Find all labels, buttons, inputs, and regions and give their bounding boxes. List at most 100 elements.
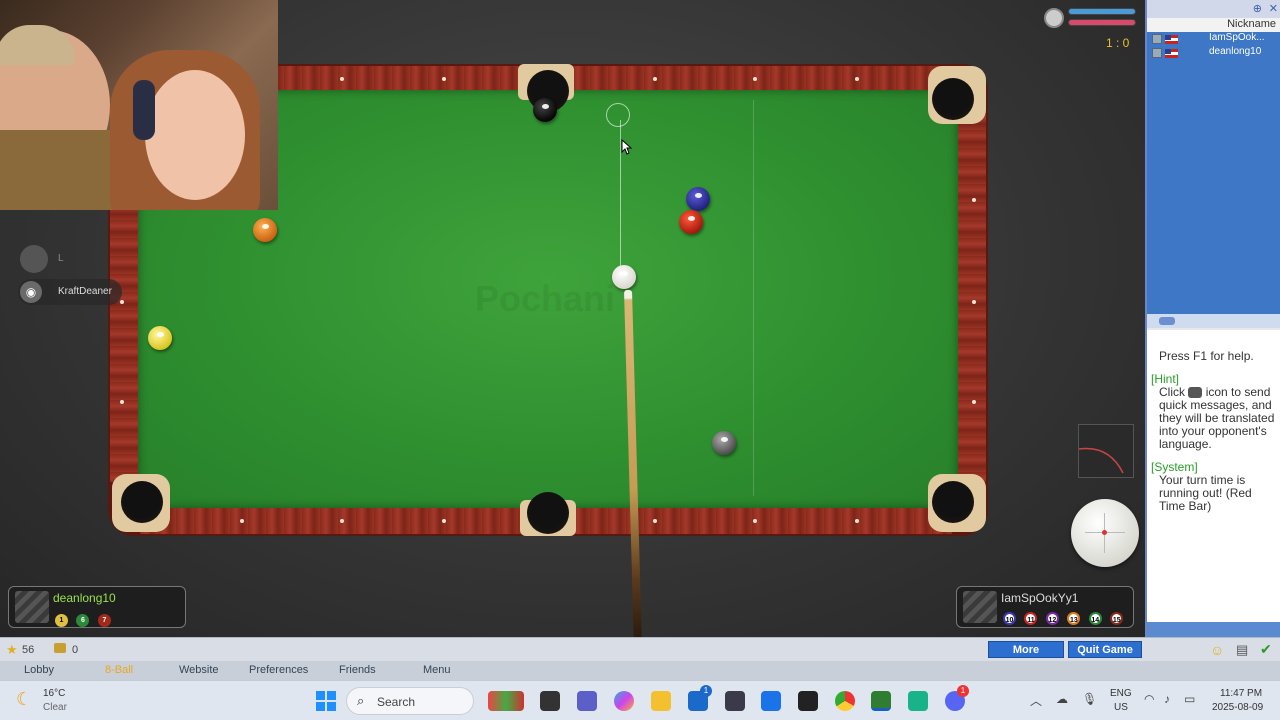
- ball-8: [533, 98, 557, 122]
- mic-icon[interactable]: 🎙: [1082, 692, 1097, 706]
- rail-diamond: [972, 400, 976, 404]
- game-app-icon[interactable]: [871, 691, 891, 711]
- network-tray-icon[interactable]: ☁: [1056, 692, 1068, 706]
- chat-bubble-icon: [1188, 387, 1203, 399]
- ghost-ball-target: [606, 103, 630, 127]
- game-area[interactable]: Pochani L ◉ KraftDeaner 1: 0 deanlong10…: [0, 0, 1145, 637]
- ball-3: [679, 210, 703, 234]
- coin-icon: [54, 643, 66, 653]
- chat-icon[interactable]: ▤: [1236, 642, 1248, 658]
- power-meter[interactable]: [1078, 424, 1134, 478]
- notification-badge: 1: [957, 685, 969, 697]
- chevron-up-icon[interactable]: ︿: [1030, 692, 1042, 709]
- list-item[interactable]: deanlong10: [1147, 46, 1280, 60]
- rack-ball: 15: [1110, 612, 1124, 625]
- center-guide-line: [753, 100, 754, 496]
- person-left-shirt: [0, 130, 120, 210]
- help-text: Press F1 for help.: [1159, 349, 1254, 363]
- rail-diamond: [340, 77, 344, 81]
- nav-friends[interactable]: Friends: [339, 664, 376, 676]
- app-icon[interactable]: [908, 691, 928, 711]
- pocket-top-right-hole: [932, 78, 974, 120]
- us-flag-icon: [1165, 49, 1178, 58]
- volume-icon[interactable]: ♪: [1164, 692, 1170, 706]
- spin-selector[interactable]: [1071, 499, 1139, 567]
- battery-icon[interactable]: ▭: [1184, 692, 1195, 706]
- sidebar-toolbar: ⊕ ✕: [1147, 0, 1280, 18]
- bottom-nav: Lobby 8-Ball Website Preferences Friends…: [0, 661, 1280, 680]
- moon-weather-icon[interactable]: ☾: [16, 689, 32, 710]
- player-nickname: deanlong10: [1209, 46, 1262, 57]
- task-view-icon[interactable]: [540, 691, 560, 711]
- rail-diamond: [653, 519, 657, 523]
- player-list[interactable]: IamSpOok... deanlong10: [1147, 32, 1280, 314]
- search-icon: ⌕: [357, 693, 365, 708]
- discord-icon: ◉: [20, 281, 42, 303]
- hint-text: Click: [1159, 385, 1185, 399]
- vscode-icon[interactable]: [761, 691, 781, 711]
- nav-lobby[interactable]: Lobby: [24, 664, 54, 676]
- ball-1: [148, 326, 172, 350]
- player-avatar: [15, 591, 49, 623]
- ball-10: [686, 187, 710, 211]
- rail-diamond: [240, 519, 244, 523]
- wifi-icon[interactable]: ◠: [1144, 692, 1154, 706]
- power-arc-icon: [1078, 447, 1124, 474]
- nav-preferences[interactable]: Preferences: [249, 664, 308, 676]
- rail-diamond: [972, 198, 976, 202]
- system-text: Your turn time is running out! (Red Time…: [1159, 473, 1252, 513]
- player-avatar: [963, 591, 997, 623]
- more-button[interactable]: More: [988, 641, 1064, 658]
- ball-9: [712, 431, 736, 455]
- taskbar-search[interactable]: ⌕ Search: [346, 687, 474, 715]
- rack-ball: 11: [1024, 612, 1038, 625]
- language-region[interactable]: US: [1114, 702, 1128, 713]
- close-icon[interactable]: ✕: [1269, 2, 1278, 15]
- clock-date[interactable]: 2025-08-09: [1212, 702, 1263, 713]
- amazon-icon[interactable]: [798, 691, 818, 711]
- pin-icon[interactable]: ⊕: [1253, 2, 1262, 15]
- rail-diamond: [442, 519, 446, 523]
- nav-menu[interactable]: Menu: [423, 664, 451, 676]
- person-right-face: [145, 70, 245, 200]
- language-code[interactable]: ENG: [1110, 688, 1132, 699]
- table-watermark: Pochani: [475, 278, 616, 319]
- list-scrollbar[interactable]: [1147, 314, 1280, 328]
- nickname-column-header[interactable]: Nickname: [1147, 18, 1280, 32]
- store-icon[interactable]: 1: [688, 685, 712, 711]
- rail-diamond: [972, 300, 976, 304]
- teams-icon[interactable]: [577, 691, 597, 711]
- player-ball-rack: 1 6 7: [55, 609, 115, 627]
- rack-ball: 10: [1003, 612, 1016, 625]
- chrome-icon[interactable]: [835, 691, 855, 711]
- copilot-icon[interactable]: [614, 691, 634, 711]
- quit-game-button[interactable]: Quit Game: [1068, 641, 1142, 658]
- emoji-icon[interactable]: ☺: [1210, 642, 1224, 658]
- score-display: 1 : 0: [1106, 36, 1130, 50]
- chat-input-bar[interactable]: [1147, 622, 1280, 637]
- clock-time[interactable]: 11:47 PM: [1220, 688, 1262, 699]
- scroll-thumb[interactable]: [1159, 317, 1175, 325]
- player-nickname: IamSpOok...: [1209, 32, 1265, 43]
- discord-username: L: [58, 253, 64, 264]
- rack-ball: 1: [55, 614, 68, 627]
- rail-diamond: [753, 519, 757, 523]
- list-item[interactable]: IamSpOok...: [1147, 32, 1280, 46]
- weather-temp[interactable]: 16°C: [43, 688, 65, 699]
- weather-desc[interactable]: Clear: [43, 702, 67, 713]
- app-icon[interactable]: [725, 691, 745, 711]
- windows-start-icon[interactable]: [316, 691, 336, 711]
- discord-taskbar-icon[interactable]: 1: [945, 685, 969, 711]
- rack-ball: 14: [1088, 612, 1102, 625]
- widget-icon[interactable]: [488, 691, 524, 711]
- search-placeholder: Search: [377, 695, 416, 709]
- player-box-left: deanlong10 1 6 7: [8, 586, 186, 628]
- check-icon[interactable]: ✔: [1260, 641, 1272, 658]
- cue-ball[interactable]: [612, 265, 636, 289]
- nav-website[interactable]: Website: [179, 664, 219, 676]
- timer-bar-blue: [1068, 8, 1136, 15]
- nav-8-ball[interactable]: 8-Ball: [105, 664, 133, 676]
- turn-timers: [1068, 8, 1136, 30]
- file-explorer-icon[interactable]: [651, 691, 671, 711]
- chat-log: Press F1 for help. [Hint] Click icon to …: [1147, 330, 1280, 622]
